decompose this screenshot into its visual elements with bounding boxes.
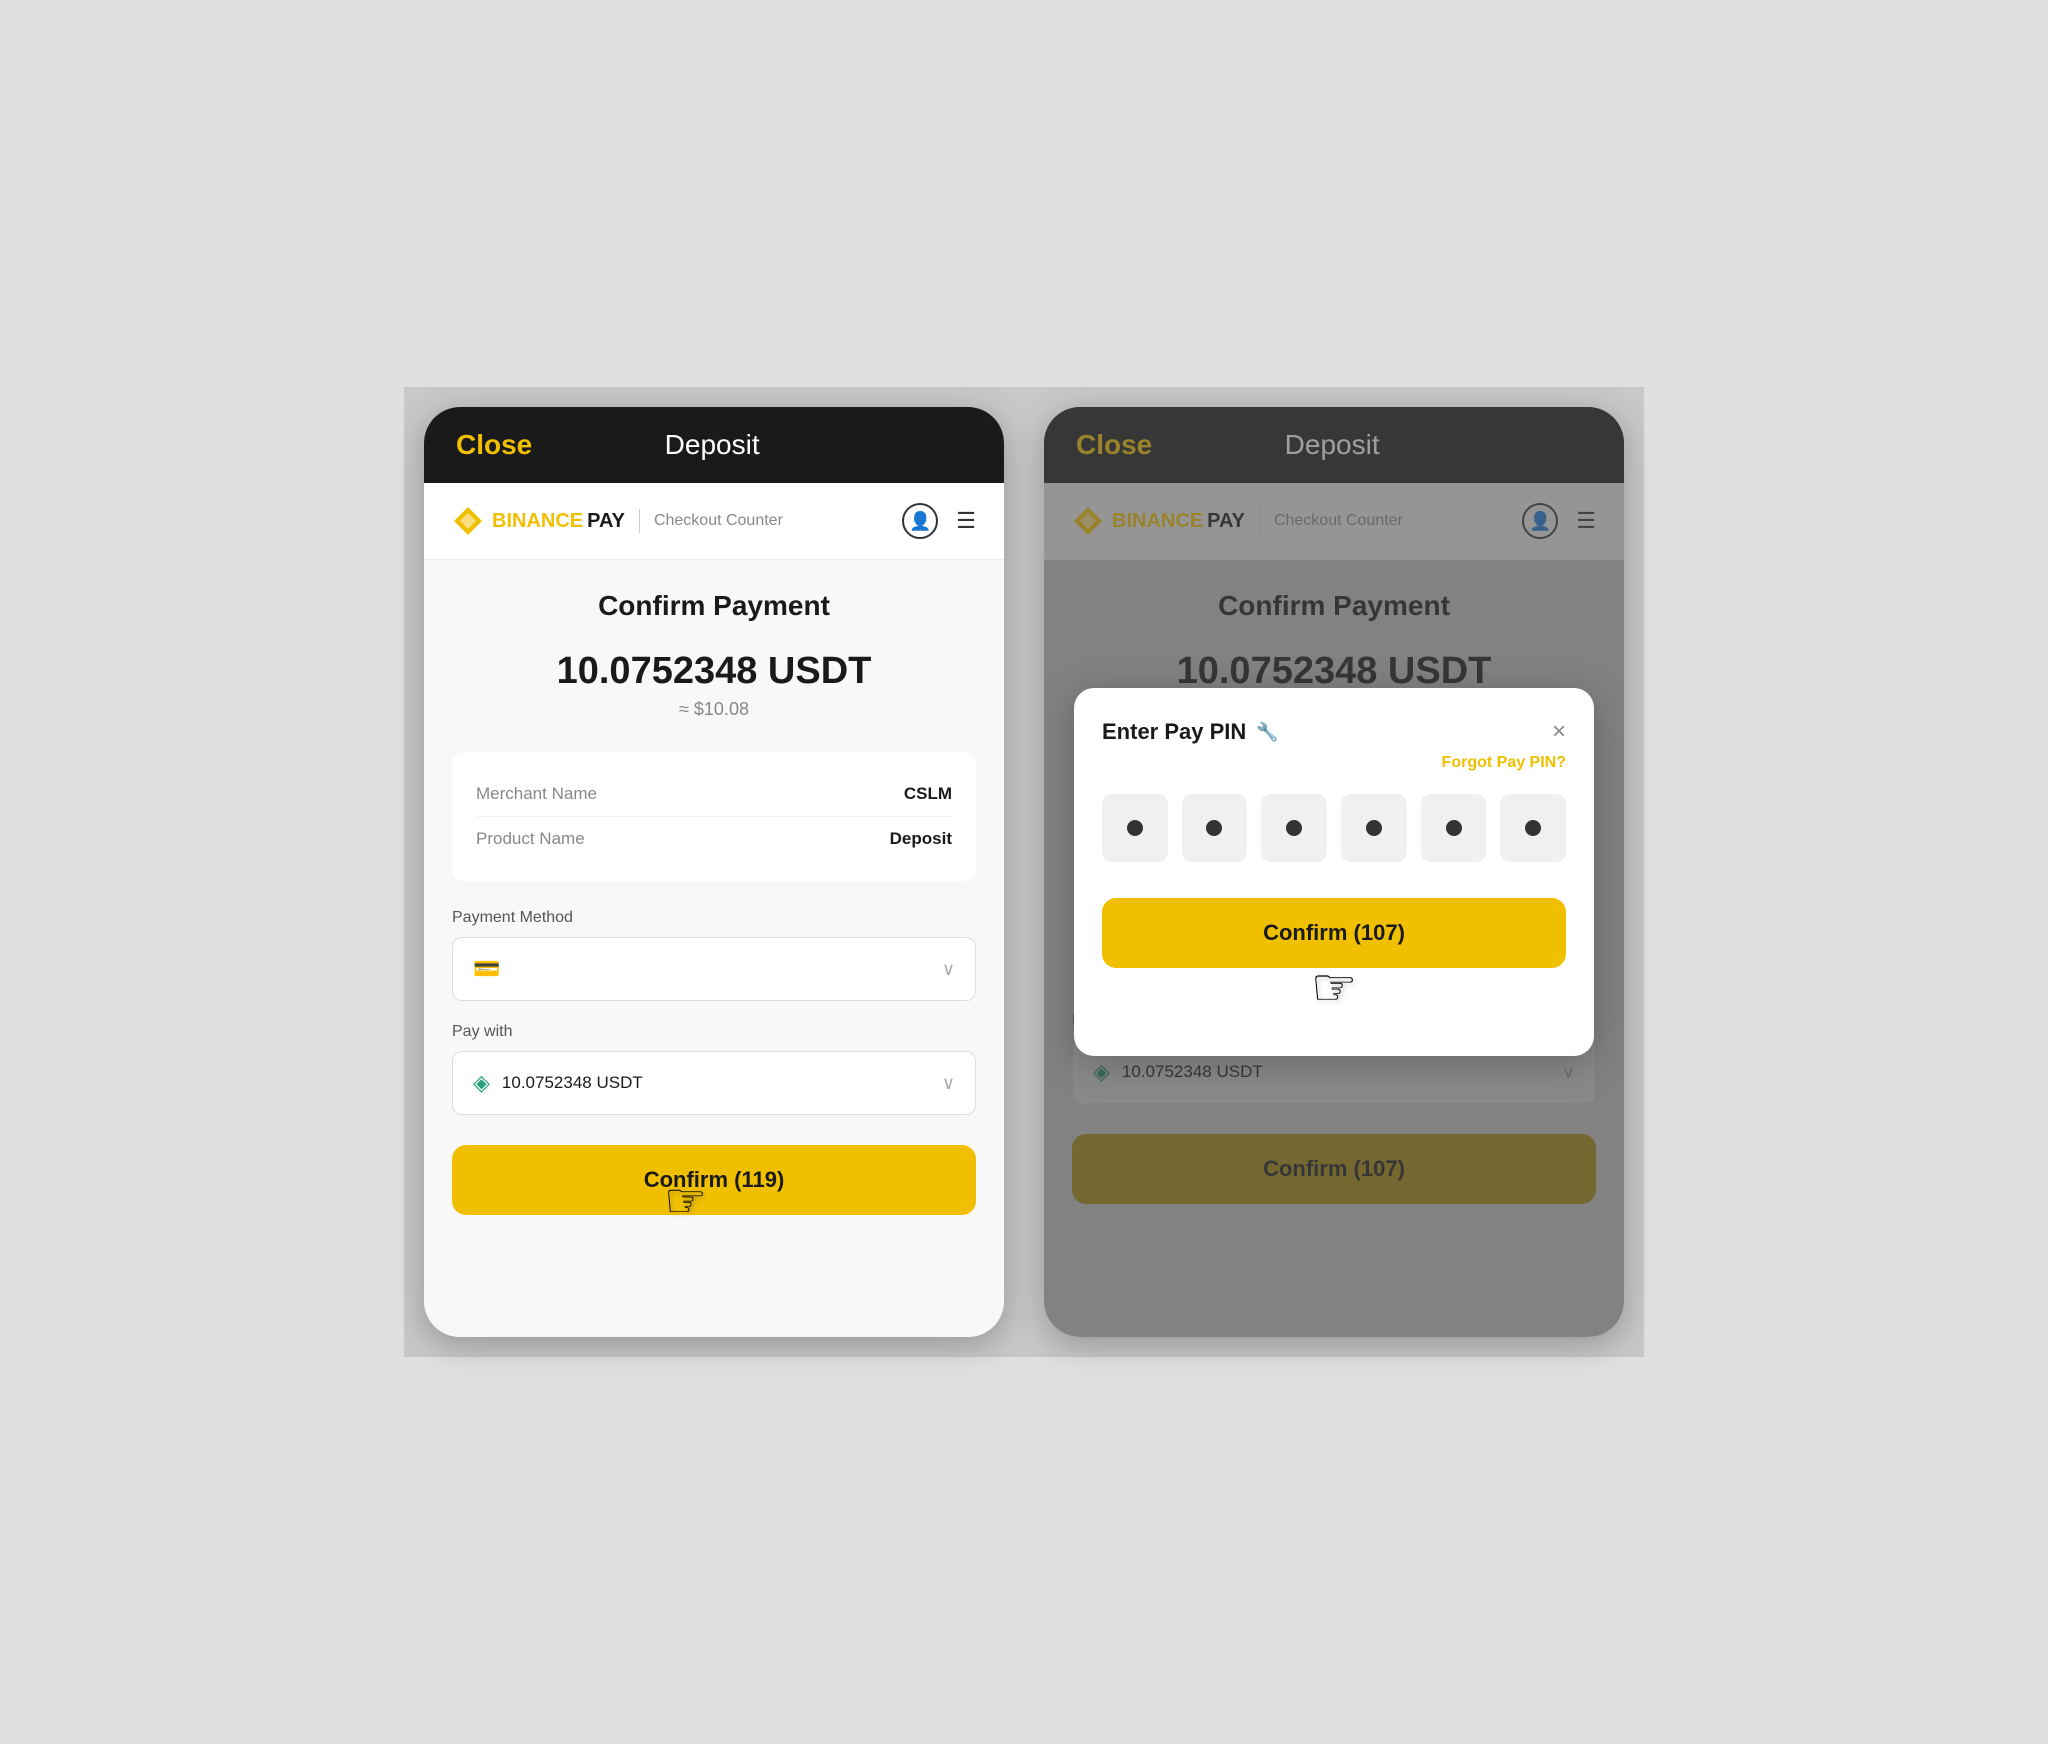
- left-pay-with-label: Pay with: [452, 1023, 976, 1041]
- left-top-bar: Close Deposit: [424, 407, 1004, 483]
- left-main-content: Confirm Payment 10.0752348 USDT ≈ $10.08…: [424, 560, 1004, 1337]
- left-merchant-value: CSLM: [904, 784, 952, 804]
- left-info-section: Merchant Name CSLM Product Name Deposit: [452, 752, 976, 881]
- pin-dot-2: [1182, 794, 1248, 862]
- left-checkout-label: Checkout Counter: [654, 512, 783, 530]
- pin-dot-3-fill: [1286, 820, 1302, 836]
- wrench-icon: 🔧: [1256, 722, 1278, 743]
- left-product-row: Product Name Deposit: [476, 817, 952, 861]
- left-amount-section: 10.0752348 USDT ≈ $10.08: [452, 650, 976, 720]
- pin-dot-4: [1341, 794, 1407, 862]
- pin-dot-6-fill: [1525, 820, 1541, 836]
- left-logo-text: BINANCE PAY: [492, 510, 625, 533]
- pin-modal: Enter Pay PIN 🔧 × Forgot Pay PIN? Confir…: [1074, 688, 1594, 1056]
- left-user-glyph: 👤: [909, 511, 931, 532]
- right-phone: Close Deposit BINANCE PAY Checkout Count…: [1044, 407, 1624, 1337]
- left-amount-sub: ≈ $10.08: [452, 699, 976, 720]
- left-payment-method-label: Payment Method: [452, 909, 976, 927]
- left-usdt-left: ◈ 10.0752348 USDT: [473, 1070, 643, 1096]
- left-page-title: Deposit: [665, 429, 760, 461]
- forgot-pin-link[interactable]: Forgot Pay PIN?: [1102, 754, 1566, 772]
- left-menu-icon[interactable]: ☰: [956, 508, 976, 534]
- left-confirm-title: Confirm Payment: [452, 590, 976, 622]
- pin-dot-2-fill: [1206, 820, 1222, 836]
- left-divider: [639, 509, 640, 533]
- left-amount-main: 10.0752348 USDT: [452, 650, 976, 693]
- left-product-label: Product Name: [476, 829, 585, 849]
- left-merchant-row: Merchant Name CSLM: [476, 772, 952, 817]
- left-binance-logo: BINANCE PAY: [452, 505, 625, 537]
- pin-dot-1-fill: [1127, 820, 1143, 836]
- left-user-icon[interactable]: 👤: [902, 503, 938, 539]
- cursor-area: ☞: [1102, 968, 1566, 1028]
- pin-modal-title-text: Enter Pay PIN: [1102, 719, 1246, 745]
- left-logo-pay: PAY: [587, 510, 625, 533]
- left-pay-with-dropdown[interactable]: ◈ 10.0752348 USDT ∨: [452, 1051, 976, 1115]
- pin-close-button[interactable]: ×: [1552, 718, 1566, 746]
- left-logo-binance: BINANCE: [492, 510, 583, 533]
- left-usdt-dropdown-arrow: ∨: [942, 1073, 955, 1094]
- left-close-button[interactable]: Close: [456, 429, 532, 461]
- pin-dot-5: [1421, 794, 1487, 862]
- left-usdt-amount: 10.0752348 USDT: [502, 1073, 643, 1093]
- pin-modal-title: Enter Pay PIN 🔧: [1102, 719, 1279, 745]
- left-confirm-button[interactable]: Confirm (119): [452, 1145, 976, 1215]
- pin-dot-5-fill: [1446, 820, 1462, 836]
- left-card-icon: 💳: [473, 956, 500, 982]
- left-product-value: Deposit: [890, 829, 952, 849]
- pin-modal-overlay: Enter Pay PIN 🔧 × Forgot Pay PIN? Confir…: [1044, 407, 1624, 1337]
- pin-dot-1: [1102, 794, 1168, 862]
- pin-dot-6: [1500, 794, 1566, 862]
- left-phone: Close Deposit BINANCE PAY Checkout Count…: [424, 407, 1004, 1337]
- pin-confirm-button[interactable]: Confirm (107): [1102, 898, 1566, 968]
- left-payment-dropdown-arrow: ∨: [942, 959, 955, 980]
- pin-modal-header: Enter Pay PIN 🔧 ×: [1102, 718, 1566, 746]
- left-payment-method-dropdown[interactable]: 💳 ∨: [452, 937, 976, 1001]
- left-usdt-gem-icon: ◈: [473, 1070, 490, 1096]
- left-merchant-label: Merchant Name: [476, 784, 597, 804]
- pin-dots-row: [1102, 794, 1566, 862]
- left-payment-method-left: 💳: [473, 956, 500, 982]
- left-header-nav: BINANCE PAY Checkout Counter 👤 ☰: [424, 483, 1004, 560]
- left-logo-icon: [452, 505, 484, 537]
- pin-dot-4-fill: [1366, 820, 1382, 836]
- left-header-icons: 👤 ☰: [902, 503, 976, 539]
- pin-dot-3: [1261, 794, 1327, 862]
